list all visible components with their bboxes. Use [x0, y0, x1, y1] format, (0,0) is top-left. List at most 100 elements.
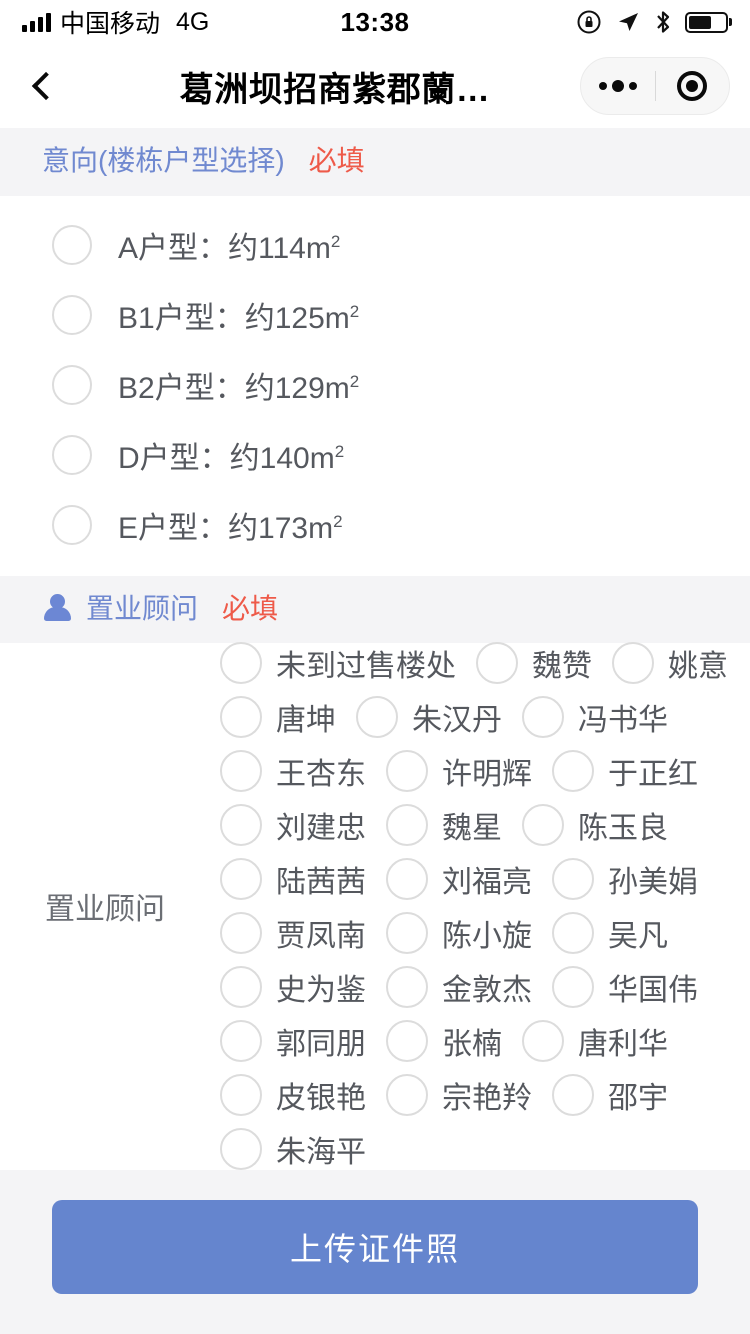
consultant-name: 魏赞	[532, 649, 592, 683]
consultant-name: 孙美娟	[608, 865, 698, 899]
consultant-option[interactable]: 贾凤南	[220, 906, 386, 960]
consultant-name: 金敦杰	[442, 973, 532, 1007]
consultant-option[interactable]: 吴凡	[552, 906, 688, 960]
house-type-option[interactable]: A户型：约114m2	[0, 210, 750, 280]
radio-button-icon[interactable]	[220, 857, 262, 900]
consultant-option[interactable]: 朱汉丹	[356, 690, 522, 744]
consultant-option[interactable]: 姚意	[612, 636, 748, 690]
consultant-option[interactable]: 陆茜茜	[220, 852, 386, 906]
consultant-option[interactable]: 郭同朋	[220, 1014, 386, 1068]
consultant-option[interactable]: 陈玉良	[522, 798, 688, 852]
consultant-option[interactable]: 唐坤	[220, 690, 356, 744]
radio-button-icon[interactable]	[52, 504, 92, 545]
house-type-option[interactable]: B2户型：约129m2	[0, 350, 750, 420]
radio-button-icon[interactable]	[522, 803, 564, 846]
upload-id-photo-button[interactable]: 上传证件照	[52, 1200, 698, 1294]
radio-button-icon[interactable]	[522, 1019, 564, 1062]
radio-button-icon[interactable]	[52, 434, 92, 475]
app-screen: 中国移动 4G 13:38 葛洲坝招商紫郡蘭… 意向(楼栋户型选择) 必填 A户…	[0, 0, 750, 1334]
back-button[interactable]	[20, 63, 66, 109]
radio-button-icon[interactable]	[220, 641, 262, 684]
radio-button-icon[interactable]	[612, 641, 654, 684]
consultant-option[interactable]: 王杏东	[220, 744, 386, 798]
consultant-option[interactable]: 许明辉	[386, 744, 552, 798]
required-badge: 必填	[308, 145, 365, 176]
unit-superscript: 2	[333, 511, 343, 531]
radio-button-icon[interactable]	[386, 911, 428, 954]
consultant-option[interactable]: 孙美娟	[552, 852, 718, 906]
unit-superscript: 2	[334, 441, 345, 461]
radio-button-icon[interactable]	[386, 1073, 428, 1116]
radio-button-icon[interactable]	[220, 1073, 262, 1116]
radio-button-icon[interactable]	[220, 803, 262, 846]
consultant-option[interactable]: 史为鉴	[220, 960, 386, 1014]
radio-button-icon[interactable]	[552, 911, 594, 954]
house-type-label: B1户型：约125m2	[118, 301, 360, 335]
consultant-name: 陆茜茜	[276, 865, 366, 899]
section-header-intent: 意向(楼栋户型选择) 必填	[0, 128, 750, 196]
radio-button-icon[interactable]	[476, 641, 518, 684]
form-content: 意向(楼栋户型选择) 必填 A户型：约114m2 B1户型：约125m2 B2户型：…	[0, 128, 750, 1170]
radio-button-icon[interactable]	[52, 224, 92, 265]
radio-button-icon[interactable]	[220, 965, 262, 1008]
consultant-option[interactable]: 邵宇	[552, 1068, 688, 1122]
radio-button-icon[interactable]	[552, 1073, 594, 1116]
consultant-option[interactable]: 宗艳羚	[386, 1068, 552, 1122]
house-type-option-list: A户型：约114m2 B1户型：约125m2 B2户型：约129m2 D户型：约140…	[0, 195, 750, 576]
consultant-option[interactable]: 刘福亮	[386, 852, 552, 906]
consultant-option[interactable]: 华国伟	[552, 960, 718, 1014]
radio-button-icon[interactable]	[386, 857, 428, 900]
consultant-name: 唐利华	[578, 1027, 668, 1061]
consultant-name: 刘建忠	[276, 811, 366, 845]
consultant-name: 张楠	[442, 1027, 502, 1061]
consultant-option[interactable]: 魏赞	[476, 636, 612, 690]
radio-button-icon[interactable]	[552, 965, 594, 1008]
house-type-option[interactable]: B1户型：约125m2	[0, 280, 750, 350]
radio-button-icon[interactable]	[52, 294, 92, 335]
back-chevron-icon	[31, 71, 61, 101]
consultant-option[interactable]: 朱海平	[220, 1122, 386, 1170]
radio-button-icon[interactable]	[220, 911, 262, 954]
radio-button-icon[interactable]	[356, 695, 398, 738]
radio-button-icon[interactable]	[386, 965, 428, 1008]
radio-button-icon[interactable]	[220, 749, 262, 792]
house-type-option[interactable]: D户型：约140m2	[0, 420, 750, 490]
consultant-option[interactable]: 未到过售楼处	[220, 636, 476, 690]
house-type-option[interactable]: E户型：约173m2	[0, 490, 750, 560]
radio-button-icon[interactable]	[220, 1127, 262, 1170]
consultant-option[interactable]: 张楠	[386, 1014, 522, 1068]
consultant-option[interactable]: 冯书华	[522, 690, 688, 744]
consultant-name: 冯书华	[578, 703, 668, 737]
consultant-name: 吴凡	[608, 919, 668, 953]
consultant-option[interactable]: 唐利华	[522, 1014, 688, 1068]
consultant-option[interactable]: 刘建忠	[220, 798, 386, 852]
consultant-option[interactable]: 皮银艳	[220, 1068, 386, 1122]
required-badge: 必填	[222, 592, 279, 624]
footer-bar: 上传证件照	[0, 1170, 750, 1334]
consultant-option[interactable]: 金敦杰	[386, 960, 552, 1014]
consultant-name: 宗艳羚	[442, 1081, 532, 1115]
radio-button-icon[interactable]	[552, 749, 594, 792]
close-button[interactable]	[656, 71, 730, 101]
consultant-name: 皮银艳	[276, 1081, 366, 1115]
consultant-name: 于正红	[608, 757, 698, 791]
radio-button-icon[interactable]	[552, 857, 594, 900]
radio-button-icon[interactable]	[386, 749, 428, 792]
consultant-name: 华国伟	[608, 973, 698, 1007]
house-type-label: A户型：约114m2	[118, 231, 341, 265]
status-bar-clock: 13:38	[340, 6, 410, 37]
radio-button-icon[interactable]	[220, 1019, 262, 1062]
consultant-option[interactable]: 陈小旋	[386, 906, 552, 960]
house-type-label: D户型：约140m2	[118, 441, 345, 475]
consultant-name: 陈小旋	[442, 919, 532, 953]
more-menu-button[interactable]	[581, 80, 655, 92]
radio-button-icon[interactable]	[220, 695, 262, 738]
radio-button-icon[interactable]	[386, 1019, 428, 1062]
consultant-option[interactable]: 于正红	[552, 744, 718, 798]
page-title: 葛洲坝招商紫郡蘭…	[179, 70, 491, 109]
consultant-name: 陈玉良	[578, 811, 668, 845]
radio-button-icon[interactable]	[52, 364, 92, 405]
consultant-option[interactable]: 魏星	[386, 798, 522, 852]
radio-button-icon[interactable]	[522, 695, 564, 738]
radio-button-icon[interactable]	[386, 803, 428, 846]
